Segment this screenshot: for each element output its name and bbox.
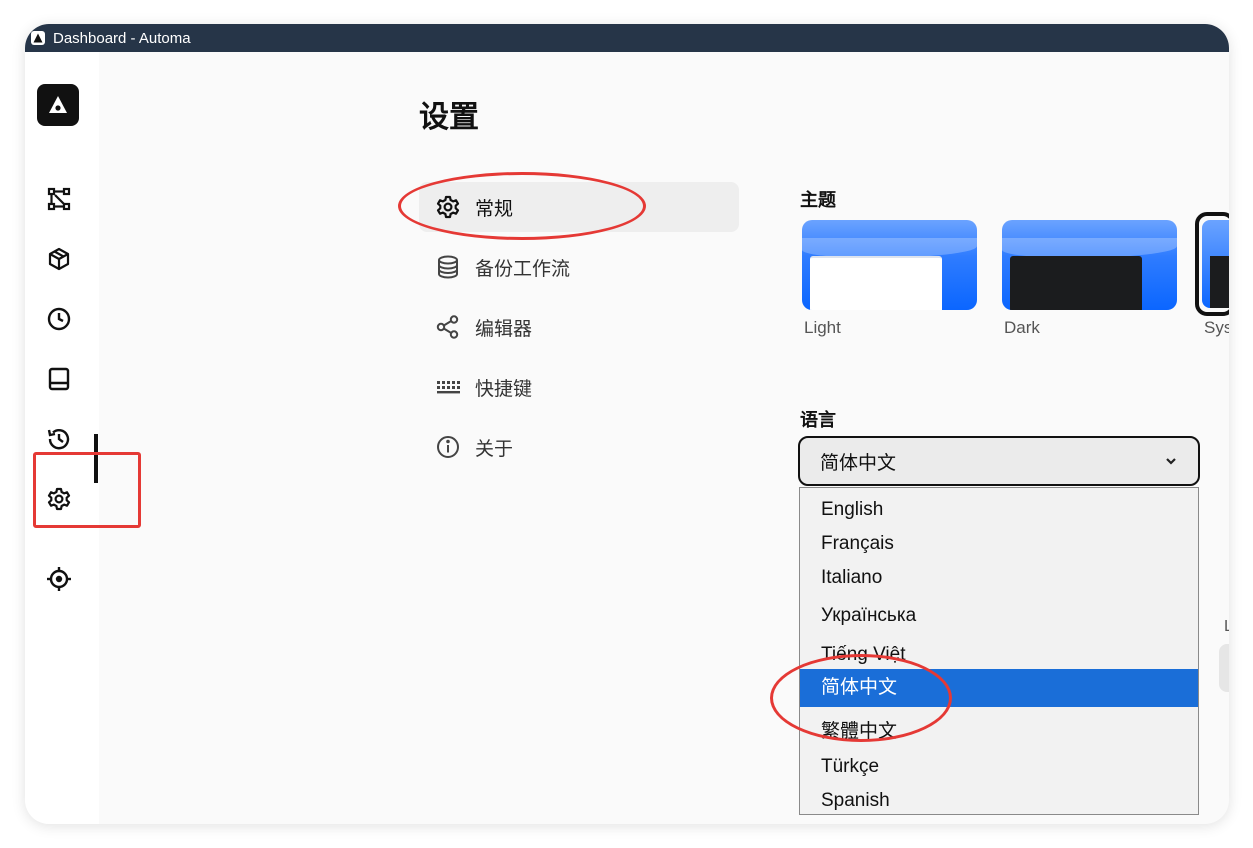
share-nodes-icon — [436, 315, 459, 339]
theme-name-light: Light — [804, 318, 841, 337]
menu-item-label: 关于 — [475, 438, 514, 460]
chevron-down-icon — [1166, 458, 1176, 465]
settings-menu-editor[interactable]: 编辑器 — [419, 302, 739, 352]
window-title: Dashboard - Automa — [53, 29, 191, 47]
language-dropdown: English Français Italiano Українська Tiế… — [799, 487, 1199, 815]
theme-label: 主题 — [800, 190, 836, 210]
settings-menu: 常规 备份工作流 编辑器 快捷键 关于 — [419, 182, 739, 482]
theme-name-dark: Dark — [1004, 318, 1040, 337]
settings-menu-backup[interactable]: 备份工作流 — [419, 242, 739, 292]
language-option-selected[interactable]: 简体中文 — [800, 669, 1198, 707]
language-select-value: 简体中文 — [820, 452, 897, 474]
title-bar: Dashboard - Automa — [25, 24, 1229, 52]
menu-item-label: 备份工作流 — [475, 258, 571, 280]
package-icon — [48, 247, 70, 271]
language-option[interactable]: Spanish — [800, 782, 1198, 820]
automa-logo-icon — [31, 31, 45, 45]
storage-icon — [48, 367, 70, 391]
automa-logo-icon — [49, 96, 67, 113]
app-logo[interactable] — [37, 84, 79, 126]
annotation-rectangle — [33, 452, 141, 528]
language-option[interactable]: Українська — [800, 597, 1198, 635]
theme-name-system: Sys — [1204, 318, 1229, 337]
language-option[interactable]: Türkçe — [800, 748, 1198, 786]
settings-menu-shortcuts[interactable]: 快捷键 — [419, 362, 739, 412]
language-option[interactable]: 繁體中文 — [800, 713, 1198, 751]
sidebar-item-schedule[interactable] — [42, 302, 76, 336]
theme-option-dark[interactable] — [1002, 220, 1177, 310]
sidebar-item-recording[interactable] — [42, 562, 76, 596]
language-select[interactable]: 简体中文 — [798, 436, 1200, 486]
clipped-label: L — [1224, 618, 1229, 635]
workflow-icon — [47, 187, 71, 211]
info-icon — [437, 436, 459, 458]
page-title: 设置 — [419, 101, 479, 134]
menu-item-label: 常规 — [475, 198, 514, 220]
clipped-input[interactable] — [1219, 644, 1229, 692]
keyboard-icon — [437, 381, 460, 394]
settings-menu-about[interactable]: 关于 — [419, 422, 739, 472]
menu-item-label: 快捷键 — [475, 378, 533, 400]
theme-option-light[interactable] — [802, 220, 977, 310]
language-option[interactable]: English — [800, 491, 1198, 529]
settings-menu-general[interactable]: 常规 — [419, 182, 739, 232]
language-option[interactable]: Français — [800, 525, 1198, 563]
theme-option-system[interactable] — [1195, 212, 1229, 316]
gear-icon — [436, 195, 460, 219]
menu-item-label: 编辑器 — [475, 318, 533, 340]
database-icon — [438, 255, 458, 279]
sidebar — [25, 52, 99, 824]
clock-icon — [47, 307, 71, 331]
language-label: 语言 — [800, 410, 836, 430]
sidebar-item-packages[interactable] — [42, 242, 76, 276]
sidebar-item-logs[interactable] — [42, 422, 76, 456]
sidebar-item-workflows[interactable] — [42, 182, 76, 216]
history-icon — [47, 429, 70, 450]
language-option[interactable]: Italiano — [800, 559, 1198, 597]
sidebar-item-storage[interactable] — [42, 362, 76, 396]
crosshair-icon — [47, 567, 71, 591]
app-window: Dashboard - Automa 设置 常规 备份工作流 编辑器 快捷键 关… — [25, 24, 1229, 824]
